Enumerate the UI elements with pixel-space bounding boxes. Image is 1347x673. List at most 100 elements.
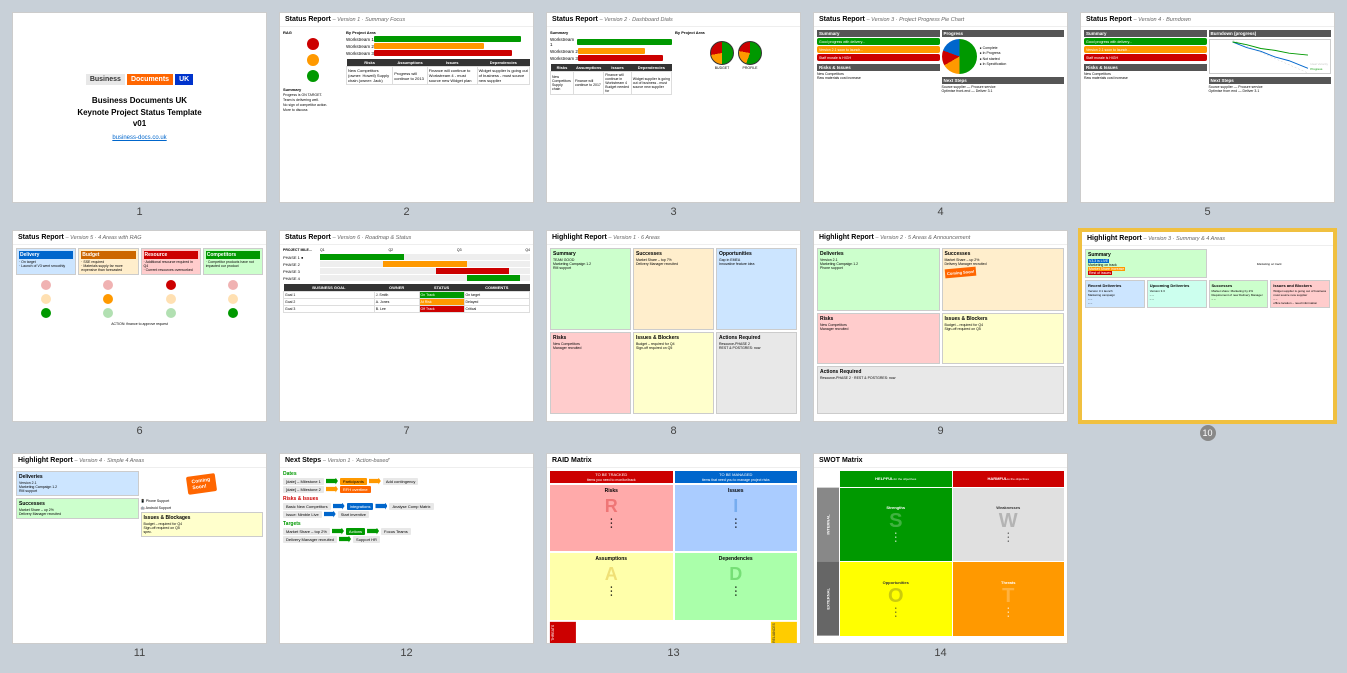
slide-3-header: Status Report – Version 2 · Dashboard Di… <box>547 13 800 27</box>
slide-number-2: 2 <box>403 206 409 218</box>
slide-wrapper-10: Highlight Report – Version 3 · Summary &… <box>1080 230 1335 440</box>
s4-nextsteps-title: Next Steps <box>942 77 1065 84</box>
s8-issues: Issues & Blockers Budget – required for … <box>633 332 714 414</box>
slide-number-12: 12 <box>400 647 412 659</box>
slide-6[interactable]: Status Report – Version 5 · 4 Areas with… <box>12 230 267 421</box>
s13-tracking-label: TO BE TRACKEDitems you need to monitor/t… <box>550 471 797 483</box>
raid-grid: Risks R ●●● Issues I ●●● Assumptions A ●… <box>550 485 797 620</box>
raid-r-letter: R <box>605 496 618 517</box>
s9-risks: Risks New CompetitorsManager recruited <box>817 313 940 364</box>
traffic-lights <box>283 37 343 83</box>
slide-number-10: 10 <box>1200 425 1216 441</box>
slide-7[interactable]: Status Report – Version 6 · Roadmap & St… <box>279 230 534 421</box>
delivery-col: Delivery· On target· Launch of V3 went s… <box>16 248 76 275</box>
s8-actions: Actions Required Resource-PHASE 2REST & … <box>716 332 797 414</box>
slide-wrapper-13: RAID Matrix TO BE TRACKEDitems you need … <box>546 453 801 659</box>
slide-2[interactable]: Status Report – Version 1 · Summary Focu… <box>279 12 534 203</box>
s10-note: Marketing on track <box>1209 249 1331 278</box>
slide-wrapper-5: Status Report – Version 4 · Burndown Sum… <box>1080 12 1335 218</box>
s3-rag-table: RisksAssumptionsIssuesDependencies New C… <box>550 64 672 95</box>
competitors-col: Competitors· Competitor products have no… <box>203 248 263 275</box>
rag-amber <box>307 54 319 66</box>
slide-4-header: Status Report – Version 3 · Project Prog… <box>814 13 1067 27</box>
slide-9-header: Highlight Report – Version 2 · 5 Areas &… <box>814 231 1067 245</box>
traffic-4 <box>203 279 263 319</box>
s9-issues: Issues & Blockers Budget – required for … <box>942 313 1065 364</box>
rag-green <box>307 70 319 82</box>
s12-risks: Risks & Issues Basic New Competitors Int… <box>283 496 530 518</box>
slide-13[interactable]: RAID Matrix TO BE TRACKEDitems you need … <box>546 453 801 644</box>
cover-title: Business Documents UK Keynote Project St… <box>77 95 201 129</box>
slide-2-header: Status Report – Version 1 · Summary Focu… <box>280 13 533 27</box>
s11-successes: Successes Market Share – up 2%Delivery M… <box>16 498 139 519</box>
swot-corner <box>817 471 839 487</box>
swot-harmful-header: HARMFULto the objectives <box>953 471 1065 487</box>
slide-5-header: Status Report – Version 4 · Burndown <box>1081 13 1334 27</box>
s2-summary: Summary Progress is ON TARGET. Team is d… <box>283 87 343 113</box>
slide-8[interactable]: Highlight Report – Version 1 · 6 Areas S… <box>546 230 801 421</box>
slide-3[interactable]: Status Report – Version 2 · Dashboard Di… <box>546 12 801 203</box>
slide-14[interactable]: SWOT Matrix HELPFULfor the objectives HA… <box>813 453 1068 644</box>
slide-7-header: Status Report – Version 6 · Roadmap & St… <box>280 231 533 245</box>
s5-burndown-title: Burndown (progress) <box>1209 30 1332 37</box>
slide-4[interactable]: Status Report – Version 3 · Project Prog… <box>813 12 1068 203</box>
slide-number-4: 4 <box>937 206 943 218</box>
swot-weaknesses: Weaknesses W ●●● <box>953 488 1065 562</box>
slide-1[interactable]: Business Documents UK Business Documents… <box>12 12 267 203</box>
s4-summary-title: Summary <box>817 30 940 37</box>
slide-9[interactable]: Highlight Report – Version 2 · 5 Areas &… <box>813 230 1068 421</box>
budget-col: Budget· SSE required· Materials supply f… <box>78 248 138 275</box>
s3-summary-label: Summary <box>550 30 672 35</box>
slide-number-8: 8 <box>670 425 676 437</box>
slide-number-5: 5 <box>1204 206 1210 218</box>
raid-i-letter: I <box>733 496 738 517</box>
s8-risks: Risks New CompetitorsManager recruited <box>550 332 631 414</box>
slide-number-7: 7 <box>403 425 409 437</box>
resource-col: Resource· Additional resource required i… <box>141 248 201 275</box>
slide-12[interactable]: Next Steps – Version 1 · 'Action-based' … <box>279 453 534 644</box>
slide-5[interactable]: Status Report – Version 4 · Burndown Sum… <box>1080 12 1335 203</box>
logo: Business Documents UK <box>86 74 193 85</box>
dial-2 <box>738 41 762 65</box>
bar-3: Workstream 3 <box>346 50 530 56</box>
s10-areas: Recent Deliveries Version 3.1 launchMark… <box>1085 280 1330 308</box>
slide-wrapper-8: Highlight Report – Version 1 · 6 Areas S… <box>546 230 801 440</box>
bar-1: Workstream 1 <box>346 36 530 42</box>
burndown-chart: Ideal Velocity Progress <box>1209 39 1332 74</box>
s9-successes: Successes Market Share – up 2%Delivery M… <box>942 248 1065 310</box>
slide-number-3: 3 <box>670 206 676 218</box>
rag-label: RAG <box>283 30 343 35</box>
by-project-area-label: By Project Area <box>346 30 530 35</box>
slide-10[interactable]: Highlight Report – Version 3 · Summary &… <box>1080 230 1335 421</box>
slide-11[interactable]: Highlight Report – Version 4 · Simple 4 … <box>12 453 267 644</box>
s5-nextsteps-title: Next Steps <box>1209 77 1332 84</box>
slide-wrapper-6: Status Report – Version 5 · 4 Areas with… <box>12 230 267 440</box>
cover-link: business-docs.co.uk <box>112 135 166 141</box>
s4-progress-title: Progress <box>942 30 1065 37</box>
slide-number-14: 14 <box>934 647 946 659</box>
slide-14-header: SWOT Matrix <box>814 454 1067 468</box>
s5-risks-title: Risks & Issues <box>1084 64 1207 71</box>
s12-targets: Targets Market Share – top 2% Actions Fo… <box>283 521 530 543</box>
bar-2: Workstream 2 <box>346 43 530 49</box>
s8-opportunities: Opportunities Gap in EMEAInnovative feat… <box>716 248 797 330</box>
s11-deliveries: Deliveries Version 2.1Marketing Campaign… <box>16 471 139 496</box>
slide-grid: Business Documents UK Business Documents… <box>12 12 1335 659</box>
s12-dates: Dates [date] – Milestone 1 Participants … <box>283 471 530 493</box>
s3-dials-label: By Project Area <box>675 30 797 35</box>
slide-12-header: Next Steps – Version 1 · 'Action-based' <box>280 454 533 468</box>
slide-number-11: 11 <box>134 647 145 659</box>
slide-number-1: 1 <box>136 206 142 218</box>
traffic-3 <box>141 279 201 319</box>
s2-table: RisksAssumptionsIssuesDependencies New C… <box>346 59 530 85</box>
slide-wrapper-7: Status Report – Version 6 · Roadmap & St… <box>279 230 534 440</box>
slide-number-9: 9 <box>937 425 943 437</box>
logo-docs: Documents <box>127 74 173 85</box>
traffic-2 <box>78 279 138 319</box>
swot-external-label: EXTERNAL <box>817 562 839 636</box>
traffic-1 <box>16 279 76 319</box>
s11-phone: 📱 Phone Support <box>141 499 170 503</box>
slide-wrapper-14: SWOT Matrix HELPFULfor the objectives HA… <box>813 453 1068 659</box>
slide-wrapper-1: Business Documents UK Business Documents… <box>12 12 267 218</box>
logo-uk: UK <box>175 74 193 85</box>
